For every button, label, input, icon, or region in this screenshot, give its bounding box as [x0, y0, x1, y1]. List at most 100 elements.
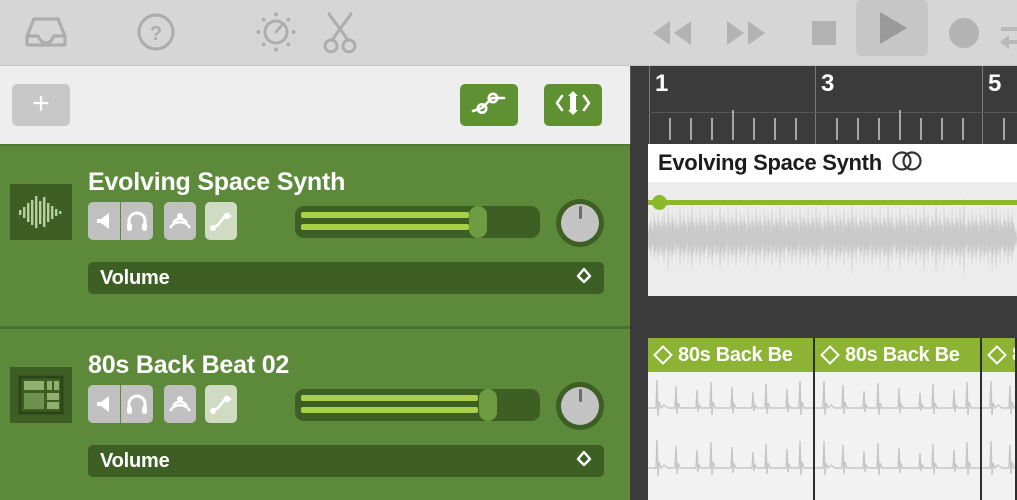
track-lane[interactable]: 80s Back Be 80s Back Be: [630, 318, 1017, 500]
library-icon[interactable]: [14, 4, 78, 60]
beat-tick: [962, 118, 964, 140]
diamond-icon: [820, 345, 840, 365]
audio-region[interactable]: Evolving Space Synth: [648, 144, 1017, 296]
audio-waveform-icon: [10, 184, 72, 240]
pan-knob-pointer: [578, 206, 582, 219]
level-meters: [301, 212, 534, 232]
diamond-icon: [653, 345, 673, 365]
help-icon[interactable]: ?: [128, 4, 184, 60]
region-title: Evolving Space Synth: [658, 150, 882, 175]
cycle-button[interactable]: [994, 0, 1017, 66]
volume-slider-handle[interactable]: [479, 389, 498, 421]
track-header-row[interactable]: Evolving Space Synth Volume: [0, 146, 630, 324]
bar-tick: [899, 110, 901, 140]
beat-tick: [836, 118, 838, 140]
beat-tick: [941, 118, 943, 140]
record-button[interactable]: [936, 0, 992, 66]
bar-line: [982, 66, 983, 144]
beat-tick: [878, 118, 880, 140]
solo-button[interactable]: [121, 385, 153, 423]
midi-region[interactable]: 8: [982, 338, 1017, 500]
bar-number: 5: [988, 70, 1001, 97]
play-button[interactable]: [856, 0, 928, 56]
region-header[interactable]: Evolving Space Synth: [648, 144, 1017, 182]
beat-tick: [920, 118, 922, 140]
automation-parameter-label: Volume: [100, 449, 170, 472]
track-automation-button[interactable]: [205, 385, 237, 423]
add-track-button[interactable]: +: [12, 84, 70, 126]
beat-tick: [753, 118, 755, 140]
midi-region[interactable]: 80s Back Be: [648, 338, 815, 500]
pan-knob-cap: [561, 204, 599, 242]
bar-number: 1: [655, 70, 668, 97]
track-headers-panel: + Evolving Space Synth Volume 80s Back B…: [0, 66, 630, 500]
automation-parameter-dropdown[interactable]: Volume: [88, 445, 604, 477]
flex-time-button[interactable]: [544, 84, 602, 126]
level-meters: [301, 395, 534, 415]
drum-kit-icon: [10, 367, 72, 423]
beat-tick: [669, 118, 671, 140]
region-title: 8: [1012, 344, 1015, 367]
track-name-label[interactable]: Evolving Space Synth: [88, 168, 345, 197]
drum-waveform: [982, 372, 1015, 500]
bar-line: [649, 66, 650, 144]
mute-button[interactable]: [88, 385, 120, 423]
solo-button[interactable]: [121, 202, 153, 240]
pan-knob-pointer: [578, 389, 582, 402]
record-enable-button[interactable]: [164, 385, 196, 423]
beat-tick: [1003, 118, 1005, 140]
bar-line: [815, 66, 816, 144]
drum-waveform: [815, 372, 980, 500]
region-header[interactable]: 8: [982, 338, 1015, 372]
level-meter-right: [301, 407, 479, 413]
pan-knob[interactable]: [556, 382, 604, 430]
diamond-icon: [987, 345, 1007, 365]
mute-button[interactable]: [88, 202, 120, 240]
track-header-row[interactable]: 80s Back Beat 02 Volume: [0, 326, 630, 500]
rewind-button[interactable]: [640, 0, 702, 66]
main-toolbar: ?: [0, 0, 1017, 66]
flex-align-icon: [554, 88, 592, 123]
track-name-label[interactable]: 80s Back Beat 02: [88, 351, 289, 380]
drum-waveform: [648, 372, 813, 500]
beat-tick: [711, 118, 713, 140]
automation-toggle-button[interactable]: [460, 84, 518, 126]
region-header[interactable]: 80s Back Be: [815, 338, 980, 372]
fast-forward-button[interactable]: [716, 0, 778, 66]
midi-region[interactable]: 80s Back Be: [815, 338, 982, 500]
chevron-updown-icon: [576, 450, 592, 472]
stereo-loop-icon: [890, 150, 924, 177]
beat-tick: [795, 118, 797, 140]
stop-button[interactable]: [798, 0, 850, 66]
bar-tick: [732, 110, 734, 140]
garageband-window: ? + Evolving Space Synth Volume 80s Back…: [0, 0, 1017, 500]
record-enable-button[interactable]: [164, 202, 196, 240]
volume-slider[interactable]: [295, 206, 540, 238]
add-track-label: +: [32, 86, 50, 120]
level-meter-right: [301, 224, 469, 230]
scissors-icon[interactable]: [314, 4, 366, 60]
track-lane[interactable]: Evolving Space Synth: [630, 144, 1017, 314]
region-title: 80s Back Be: [845, 343, 960, 366]
timeline-ruler[interactable]: 1 3 5: [630, 66, 1017, 144]
volume-slider[interactable]: [295, 389, 540, 421]
volume-slider-handle[interactable]: [469, 206, 488, 238]
ruler-divider: [649, 112, 1017, 113]
svg-text:?: ?: [150, 23, 162, 45]
chevron-updown-icon: [576, 267, 592, 289]
automation-node[interactable]: [652, 195, 667, 210]
region-title: 80s Back Be: [678, 343, 793, 366]
pan-knob-cap: [561, 387, 599, 425]
tuner-icon[interactable]: [248, 4, 304, 60]
region-header[interactable]: 80s Back Be: [648, 338, 813, 372]
automation-parameter-label: Volume: [100, 266, 170, 289]
track-automation-button[interactable]: [205, 202, 237, 240]
beat-tick: [857, 118, 859, 140]
automation-parameter-dropdown[interactable]: Volume: [88, 262, 604, 294]
automation-nodes-icon: [470, 89, 508, 122]
automation-line[interactable]: [648, 200, 1017, 205]
arrange-area: 1 3 5 Evolving Space Synth 80s Back Be 8…: [630, 66, 1017, 500]
beat-tick: [774, 118, 776, 140]
bar-number: 3: [821, 70, 834, 97]
pan-knob[interactable]: [556, 199, 604, 247]
